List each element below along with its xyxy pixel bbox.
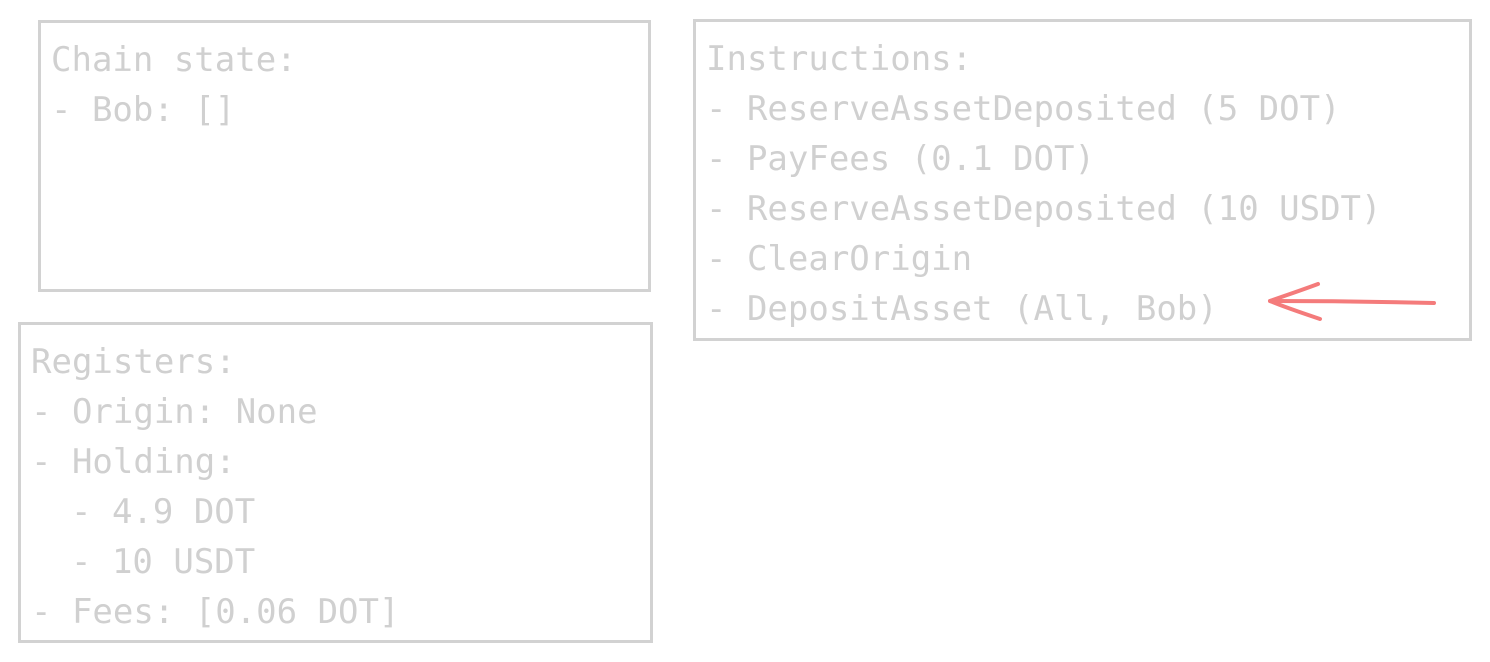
register-fees: - Fees: [0.06 DOT] (31, 592, 400, 632)
chain-state-bob: - Bob: [] (51, 90, 236, 130)
register-holding: - Holding: (31, 442, 236, 482)
holding-item-usdt: - 10 USDT (71, 542, 256, 582)
chain-state-title: Chain state: (51, 40, 297, 80)
instruction-reserve-dot: - ReserveAssetDeposited (5 DOT) (706, 89, 1341, 129)
instructions-title: Instructions: (706, 39, 973, 79)
current-instruction-arrow-icon (1268, 282, 1436, 321)
register-origin: - Origin: None (31, 392, 318, 432)
instruction-payfees: - PayFees (0.1 DOT) (706, 139, 1095, 179)
instruction-reserve-usdt: - ReserveAssetDeposited (10 USDT) (706, 189, 1382, 229)
instruction-clear-origin: - ClearOrigin (706, 239, 973, 279)
chain-state-panel: Chain state: - Bob: [] (38, 20, 651, 292)
holding-item-dot: - 4.9 DOT (71, 492, 256, 532)
registers-title: Registers: (31, 342, 236, 382)
registers-panel: Registers: - Origin: None - Holding: - 4… (18, 322, 653, 643)
